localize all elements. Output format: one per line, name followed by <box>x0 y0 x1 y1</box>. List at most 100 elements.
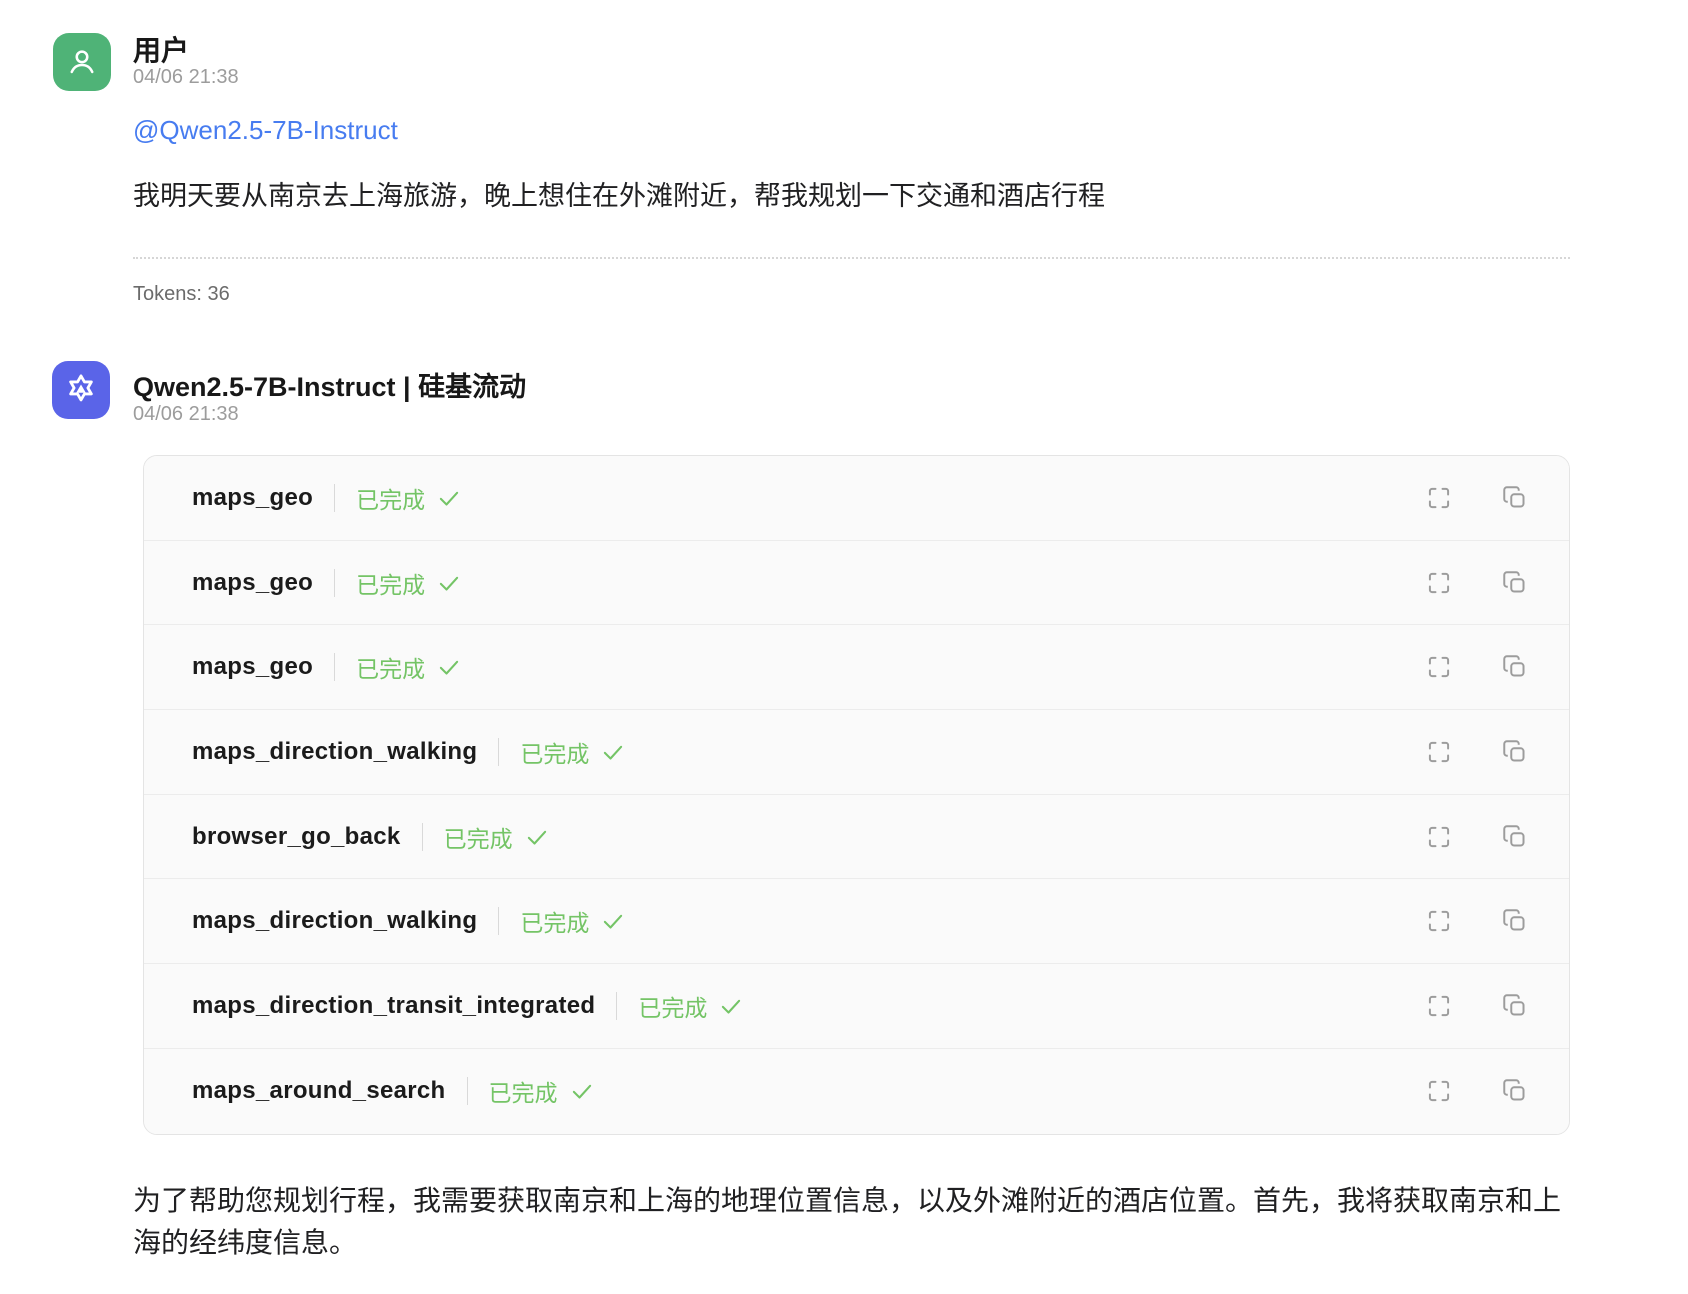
tool-status-label: 已完成 <box>356 650 425 684</box>
copy-icon <box>1501 1077 1529 1105</box>
tool-row-separator <box>467 1077 468 1105</box>
copy-icon <box>1501 992 1529 1020</box>
assistant-timestamp: 04/06 21:38 <box>133 403 239 426</box>
tool-call-row[interactable]: browser_go_back 已完成 <box>144 795 1569 880</box>
copy-tool-call-button[interactable] <box>1501 569 1529 597</box>
copy-tool-call-button[interactable] <box>1501 907 1529 935</box>
tool-call-row[interactable]: maps_direction_walking 已完成 <box>144 710 1569 795</box>
tool-row-separator <box>498 907 499 935</box>
tool-name: maps_around_search <box>192 1077 446 1105</box>
expand-icon <box>1425 907 1453 935</box>
tool-name: maps_direction_transit_integrated <box>192 992 595 1020</box>
tool-row-separator <box>422 823 423 851</box>
tool-name: maps_geo <box>192 653 313 681</box>
tool-row-actions <box>1425 569 1529 597</box>
tool-status-badge: 已完成 <box>356 481 462 515</box>
tool-call-row[interactable]: maps_geo 已完成 <box>144 625 1569 710</box>
token-count: Tokens: 36 <box>133 283 230 306</box>
tool-row-actions <box>1425 992 1529 1020</box>
copy-icon <box>1501 484 1529 512</box>
check-icon <box>436 485 462 511</box>
assistant-avatar[interactable] <box>52 361 110 419</box>
copy-icon <box>1501 569 1529 597</box>
tool-name: maps_geo <box>192 569 313 597</box>
tool-call-list: maps_geo已完成maps_geo已完成maps_geo已完成maps_di… <box>143 455 1570 1135</box>
check-icon <box>600 739 626 765</box>
tool-row-actions <box>1425 653 1529 681</box>
expand-icon <box>1425 653 1453 681</box>
check-icon <box>718 993 744 1019</box>
tool-row-separator <box>334 569 335 597</box>
tool-row-actions <box>1425 484 1529 512</box>
tool-status-badge: 已完成 <box>356 650 462 684</box>
copy-icon <box>1501 738 1529 766</box>
tool-status-label: 已完成 <box>444 820 513 854</box>
tool-status-label: 已完成 <box>520 904 589 938</box>
user-message-text: 我明天要从南京去上海旅游，晚上想住在外滩附近，帮我规划一下交通和酒店行程 <box>133 179 1105 213</box>
tool-status-label: 已完成 <box>638 989 707 1023</box>
copy-tool-call-button[interactable] <box>1501 1077 1529 1105</box>
expand-icon <box>1425 992 1453 1020</box>
tool-call-row[interactable]: maps_direction_walking 已完成 <box>144 879 1569 964</box>
tool-row-actions <box>1425 1077 1529 1105</box>
expand-icon <box>1425 569 1453 597</box>
model-mention-link[interactable]: @Qwen2.5-7B-Instruct <box>133 115 398 146</box>
tool-name: browser_go_back <box>192 823 401 851</box>
tool-status-label: 已完成 <box>356 566 425 600</box>
copy-icon <box>1501 823 1529 851</box>
tool-name: maps_direction_walking <box>192 738 477 766</box>
check-icon <box>600 908 626 934</box>
tool-status-badge: 已完成 <box>356 566 462 600</box>
tool-call-row[interactable]: maps_direction_transit_integrated 已完成 <box>144 964 1569 1049</box>
copy-tool-call-button[interactable] <box>1501 823 1529 851</box>
tool-status-badge: 已完成 <box>489 1074 595 1108</box>
copy-tool-call-button[interactable] <box>1501 992 1529 1020</box>
tool-call-row[interactable]: maps_geo 已完成 <box>144 541 1569 626</box>
expand-icon <box>1425 484 1453 512</box>
tool-status-badge: 已完成 <box>444 820 550 854</box>
expand-tool-call-button[interactable] <box>1425 823 1453 851</box>
tool-row-actions <box>1425 907 1529 935</box>
user-timestamp: 04/06 21:38 <box>133 66 239 89</box>
tool-row-separator <box>498 738 499 766</box>
expand-tool-call-button[interactable] <box>1425 907 1453 935</box>
tool-row-actions <box>1425 823 1529 851</box>
expand-tool-call-button[interactable] <box>1425 992 1453 1020</box>
expand-icon <box>1425 823 1453 851</box>
expand-tool-call-button[interactable] <box>1425 569 1453 597</box>
expand-tool-call-button[interactable] <box>1425 653 1453 681</box>
tool-status-badge: 已完成 <box>520 904 626 938</box>
tool-status-badge: 已完成 <box>520 735 626 769</box>
expand-tool-call-button[interactable] <box>1425 484 1453 512</box>
copy-tool-call-button[interactable] <box>1501 484 1529 512</box>
copy-tool-call-button[interactable] <box>1501 653 1529 681</box>
person-icon <box>64 44 100 80</box>
tool-call-row[interactable]: maps_around_search 已完成 <box>144 1049 1569 1134</box>
expand-icon <box>1425 738 1453 766</box>
assistant-name: Qwen2.5-7B-Instruct | 硅基流动 <box>133 365 526 404</box>
tool-name: maps_direction_walking <box>192 907 477 935</box>
tool-call-row[interactable]: maps_geo 已完成 <box>144 456 1569 541</box>
check-icon <box>524 824 550 850</box>
check-icon <box>436 654 462 680</box>
tool-row-separator <box>334 653 335 681</box>
tool-row-separator <box>616 992 617 1020</box>
qwen-logo-icon <box>63 372 99 408</box>
message-footer-divider <box>133 257 1570 259</box>
user-name: 用户 <box>133 29 189 69</box>
user-avatar[interactable] <box>53 33 111 91</box>
tool-row-actions <box>1425 738 1529 766</box>
copy-tool-call-button[interactable] <box>1501 738 1529 766</box>
expand-tool-call-button[interactable] <box>1425 1077 1453 1105</box>
expand-icon <box>1425 1077 1453 1105</box>
tool-row-separator <box>334 484 335 512</box>
copy-icon <box>1501 653 1529 681</box>
copy-icon <box>1501 907 1529 935</box>
tool-status-badge: 已完成 <box>638 989 744 1023</box>
tool-status-label: 已完成 <box>520 735 589 769</box>
tool-status-label: 已完成 <box>489 1074 558 1108</box>
check-icon <box>569 1078 595 1104</box>
expand-tool-call-button[interactable] <box>1425 738 1453 766</box>
tool-name: maps_geo <box>192 484 313 512</box>
assistant-message-text: 为了帮助您规划行程，我需要获取南京和上海的地理位置信息，以及外滩附近的酒店位置。… <box>133 1180 1585 1264</box>
